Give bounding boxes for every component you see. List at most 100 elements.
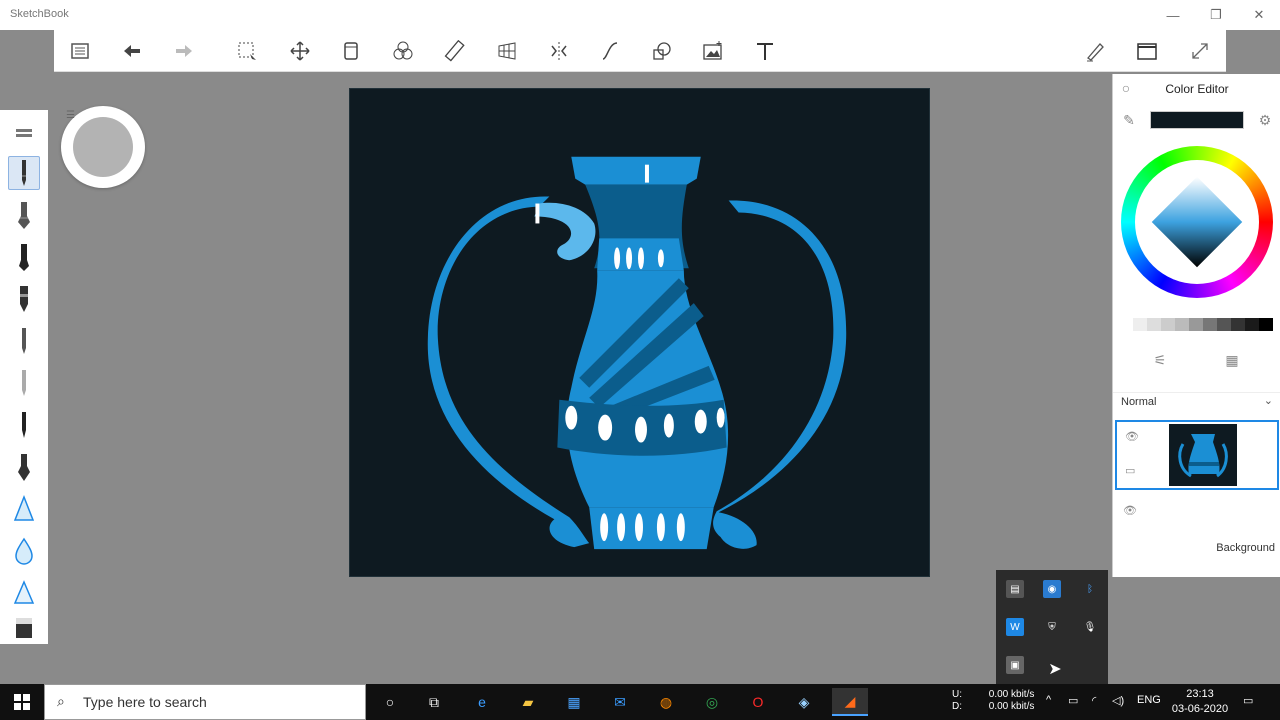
gray-swatch[interactable] — [1175, 318, 1189, 331]
windows-taskbar: ⌕ Type here to search ○ ⧉ e ▰ ▦ ✉ ◍ ◎ O … — [0, 684, 1280, 720]
task-view-icon[interactable]: ⧉ — [416, 688, 452, 716]
eraser-icon[interactable] — [8, 610, 40, 644]
color-wheel[interactable] — [1121, 146, 1273, 298]
sliders-icon[interactable]: ⚟ — [1151, 351, 1169, 369]
redo-icon[interactable] — [170, 38, 198, 64]
minimize-button[interactable]: — — [1153, 0, 1193, 30]
display-app-icon[interactable]: ▣ — [1006, 656, 1024, 674]
undo-icon[interactable] — [118, 38, 146, 64]
clock[interactable]: 23:13 03-06-2020 — [1170, 687, 1230, 717]
file-explorer-icon[interactable]: ▰ — [510, 688, 546, 716]
brush-toggle-icon[interactable] — [1081, 38, 1109, 64]
gray-swatch[interactable] — [1161, 318, 1175, 331]
ballpoint-pen-icon[interactable] — [8, 324, 40, 358]
gray-swatch[interactable] — [1203, 318, 1217, 331]
brush-size-opacity-puck[interactable] — [73, 117, 133, 177]
layer-vase[interactable]: 👁 ▭ — [1115, 420, 1279, 490]
swatch-grid-icon[interactable]: ▦ — [1223, 351, 1241, 369]
color-settings-icon[interactable]: ⚙ — [1256, 111, 1274, 129]
hard-pencil-icon[interactable] — [8, 366, 40, 400]
brush-puck[interactable]: ☰ — [61, 106, 145, 188]
firefox-icon[interactable]: ◍ — [648, 688, 684, 716]
blend-mode-dropdown[interactable]: Normal ⌄ — [1113, 392, 1280, 412]
opera-icon[interactable]: O — [740, 688, 776, 716]
gray-swatch[interactable] — [1133, 318, 1147, 331]
network-app-icon[interactable]: ◉ — [1043, 580, 1061, 598]
restore-button[interactable]: ❐ — [1196, 0, 1236, 30]
image-icon[interactable] — [699, 38, 727, 64]
cortana-icon[interactable]: ○ — [372, 688, 408, 716]
microphone-icon[interactable]: 🎙 — [1081, 618, 1099, 636]
battery-icon[interactable]: ▭ — [1068, 694, 1078, 707]
eye-icon[interactable]: 👁 — [1123, 504, 1137, 517]
pencil-brush-icon[interactable] — [8, 156, 40, 190]
app-icon[interactable]: ◈ — [786, 688, 822, 716]
top-toolbar — [54, 30, 1226, 72]
felt-pen-icon[interactable] — [8, 282, 40, 316]
select-icon[interactable] — [233, 38, 261, 64]
close-button[interactable]: ✕ — [1239, 0, 1279, 30]
layer-background[interactable]: 👁 Background — [1115, 496, 1279, 556]
clock-time: 23:13 — [1186, 688, 1214, 700]
curve-icon[interactable] — [596, 38, 624, 64]
blend-mode-label: Normal — [1121, 396, 1157, 408]
drawing-canvas[interactable] — [349, 88, 930, 577]
ink-pen-icon[interactable] — [8, 408, 40, 442]
gray-swatch[interactable] — [1147, 318, 1161, 331]
tray-expand-icon[interactable]: ^ — [1046, 694, 1051, 706]
gray-swatch[interactable] — [1231, 318, 1245, 331]
text-icon[interactable] — [751, 38, 779, 64]
lagoon-icon[interactable] — [66, 38, 94, 64]
layer-thumbnail — [1169, 424, 1237, 486]
current-color-swatch[interactable] — [1150, 111, 1244, 129]
ruler-icon[interactable] — [441, 38, 469, 64]
edge-icon[interactable]: e — [464, 688, 500, 716]
clock-date: 03-06-2020 — [1171, 703, 1229, 715]
app-title: SketchBook — [10, 8, 69, 20]
technical-pen-icon[interactable] — [8, 198, 40, 232]
perspective-icon[interactable] — [493, 38, 521, 64]
fountain-pen-icon[interactable] — [8, 450, 40, 484]
soft-airbrush-icon[interactable] — [8, 576, 40, 610]
start-button[interactable] — [0, 684, 44, 720]
mouse-cursor-icon: ➤ — [1048, 661, 1062, 678]
gray-swatch[interactable] — [1245, 318, 1259, 331]
language-indicator[interactable]: ENG — [1137, 694, 1161, 706]
chrome-icon[interactable]: ◎ — [694, 688, 730, 716]
store-icon[interactable]: ▦ — [556, 688, 592, 716]
w-app-icon[interactable]: W — [1006, 618, 1024, 636]
shape-icon[interactable] — [648, 38, 676, 64]
transform-icon[interactable] — [286, 38, 314, 64]
gray-swatch[interactable] — [1217, 318, 1231, 331]
gray-swatch[interactable] — [1259, 318, 1273, 331]
security-shield-icon[interactable]: ⛨ — [1043, 618, 1061, 636]
fullscreen-icon[interactable] — [1186, 38, 1214, 64]
symmetry-icon[interactable] — [545, 38, 573, 64]
chevron-down-icon: ⌄ — [1263, 395, 1273, 407]
monitor-icon[interactable]: ▤ — [1006, 580, 1024, 598]
brush-library-icon[interactable] — [8, 116, 40, 150]
windows-logo-icon — [14, 694, 30, 710]
bluetooth-icon[interactable]: ᛒ — [1081, 580, 1099, 598]
blender-icon[interactable] — [8, 534, 40, 568]
notifications-icon[interactable]: ▭ — [1243, 694, 1253, 707]
eye-icon[interactable]: 👁 — [1125, 430, 1139, 443]
window-icon[interactable] — [1133, 38, 1161, 64]
volume-icon[interactable]: ◁) — [1112, 694, 1124, 707]
gray-swatch[interactable] — [1189, 318, 1203, 331]
marker-brush-icon[interactable] — [8, 240, 40, 274]
taskbar-search[interactable]: ⌕ Type here to search — [44, 684, 366, 720]
eyedropper-icon[interactable]: ✎ — [1120, 111, 1138, 129]
sketchbook-taskbar-icon[interactable]: ◢ — [832, 688, 868, 716]
gray-swatch[interactable] — [1119, 318, 1133, 331]
mail-icon[interactable]: ✉ — [602, 688, 638, 716]
brush-palette — [0, 110, 48, 644]
airbrush-icon[interactable] — [8, 492, 40, 526]
puck-menu-icon[interactable]: ☰ — [66, 110, 75, 121]
wifi-icon[interactable]: ◜ — [1092, 694, 1096, 707]
color-editor-title: Color Editor — [1165, 82, 1229, 96]
crop-icon[interactable] — [337, 38, 365, 64]
symmetry-circles-icon[interactable] — [389, 38, 417, 64]
grayscale-swatches[interactable] — [1119, 318, 1273, 331]
lock-icon[interactable]: ▭ — [1125, 464, 1135, 477]
